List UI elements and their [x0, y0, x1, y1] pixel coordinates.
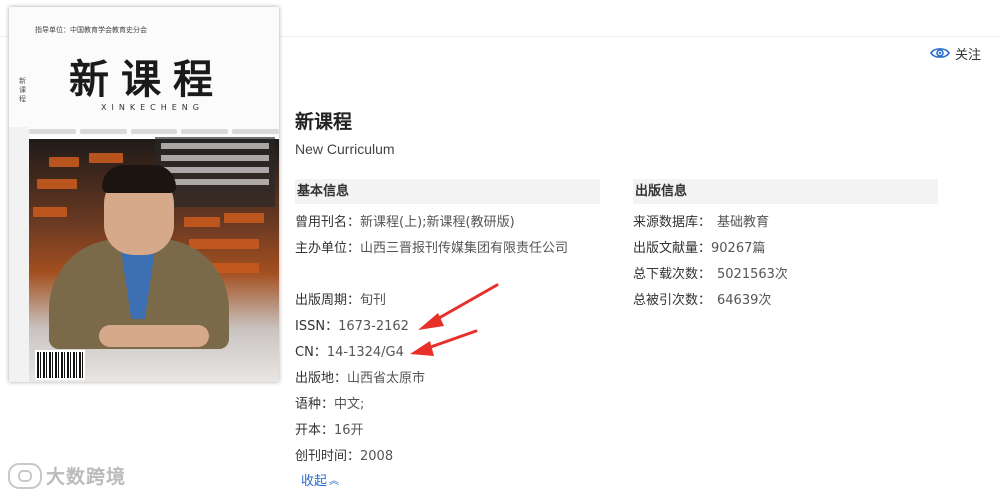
pub-row-articles: 出版文献量：90267篇 [633, 241, 766, 256]
watermark-text: 大数跨境 [46, 466, 127, 488]
info-row-format: 开本：16开 [295, 423, 364, 438]
info-row-place: 出版地：山西省太原市 [295, 371, 426, 386]
cover-title: 新课程 [69, 56, 225, 103]
collapse-label: 收起 [301, 474, 328, 489]
pub-info-heading: 出版信息 [633, 179, 938, 204]
watermark: 大数跨境 [8, 462, 126, 489]
pub-row-downloads: 总下载次数： 5021563次 [633, 267, 788, 282]
cover-side-text: 新课程 [19, 77, 26, 103]
cover-barcode [35, 350, 85, 380]
info-row-language: 语种：中文; [295, 397, 365, 412]
journal-cover: 指导单位：中国教育学会教育史分会 新课程 XINKECHENG 新课程 [9, 7, 279, 382]
info-row-founded: 创刊时间：2008 [295, 449, 394, 464]
cover-pinyin: XINKECHENG [101, 103, 204, 112]
info-row-period: 出版周期：旬刊 [295, 293, 387, 308]
journal-title: 新课程 [295, 111, 353, 133]
cover-spine [9, 127, 29, 382]
cover-topic-band [29, 125, 279, 137]
eye-icon [930, 48, 950, 58]
watermark-logo-icon [8, 462, 42, 489]
pub-row-citations: 总被引次数： 64639次 [633, 293, 772, 308]
info-row-sponsor: 主办单位： 山西三晋报刊传媒集团有限责任公司 [295, 241, 569, 256]
follow-label: 关注 [955, 47, 982, 63]
info-row-former-name: 曾用刊名：新课程(上);新课程(教研版) [295, 215, 515, 230]
info-row-cn: CN：14-1324/G4 [295, 345, 404, 360]
journal-title-en: New Curriculum [295, 141, 395, 157]
basic-info-heading: 基本信息 [295, 179, 600, 204]
chevron-up-icon: ︽ [329, 476, 340, 487]
cover-sponsor-text: 指导单位：中国教育学会教育史分会 [35, 26, 147, 34]
follow-button[interactable]: 关注 [930, 44, 982, 63]
collapse-link[interactable]: 收起 ︽ [301, 470, 339, 489]
info-row-issn: ISSN：1673-2162 [295, 319, 409, 334]
pub-row-source-db: 来源数据库： 基础教育 [633, 215, 770, 230]
